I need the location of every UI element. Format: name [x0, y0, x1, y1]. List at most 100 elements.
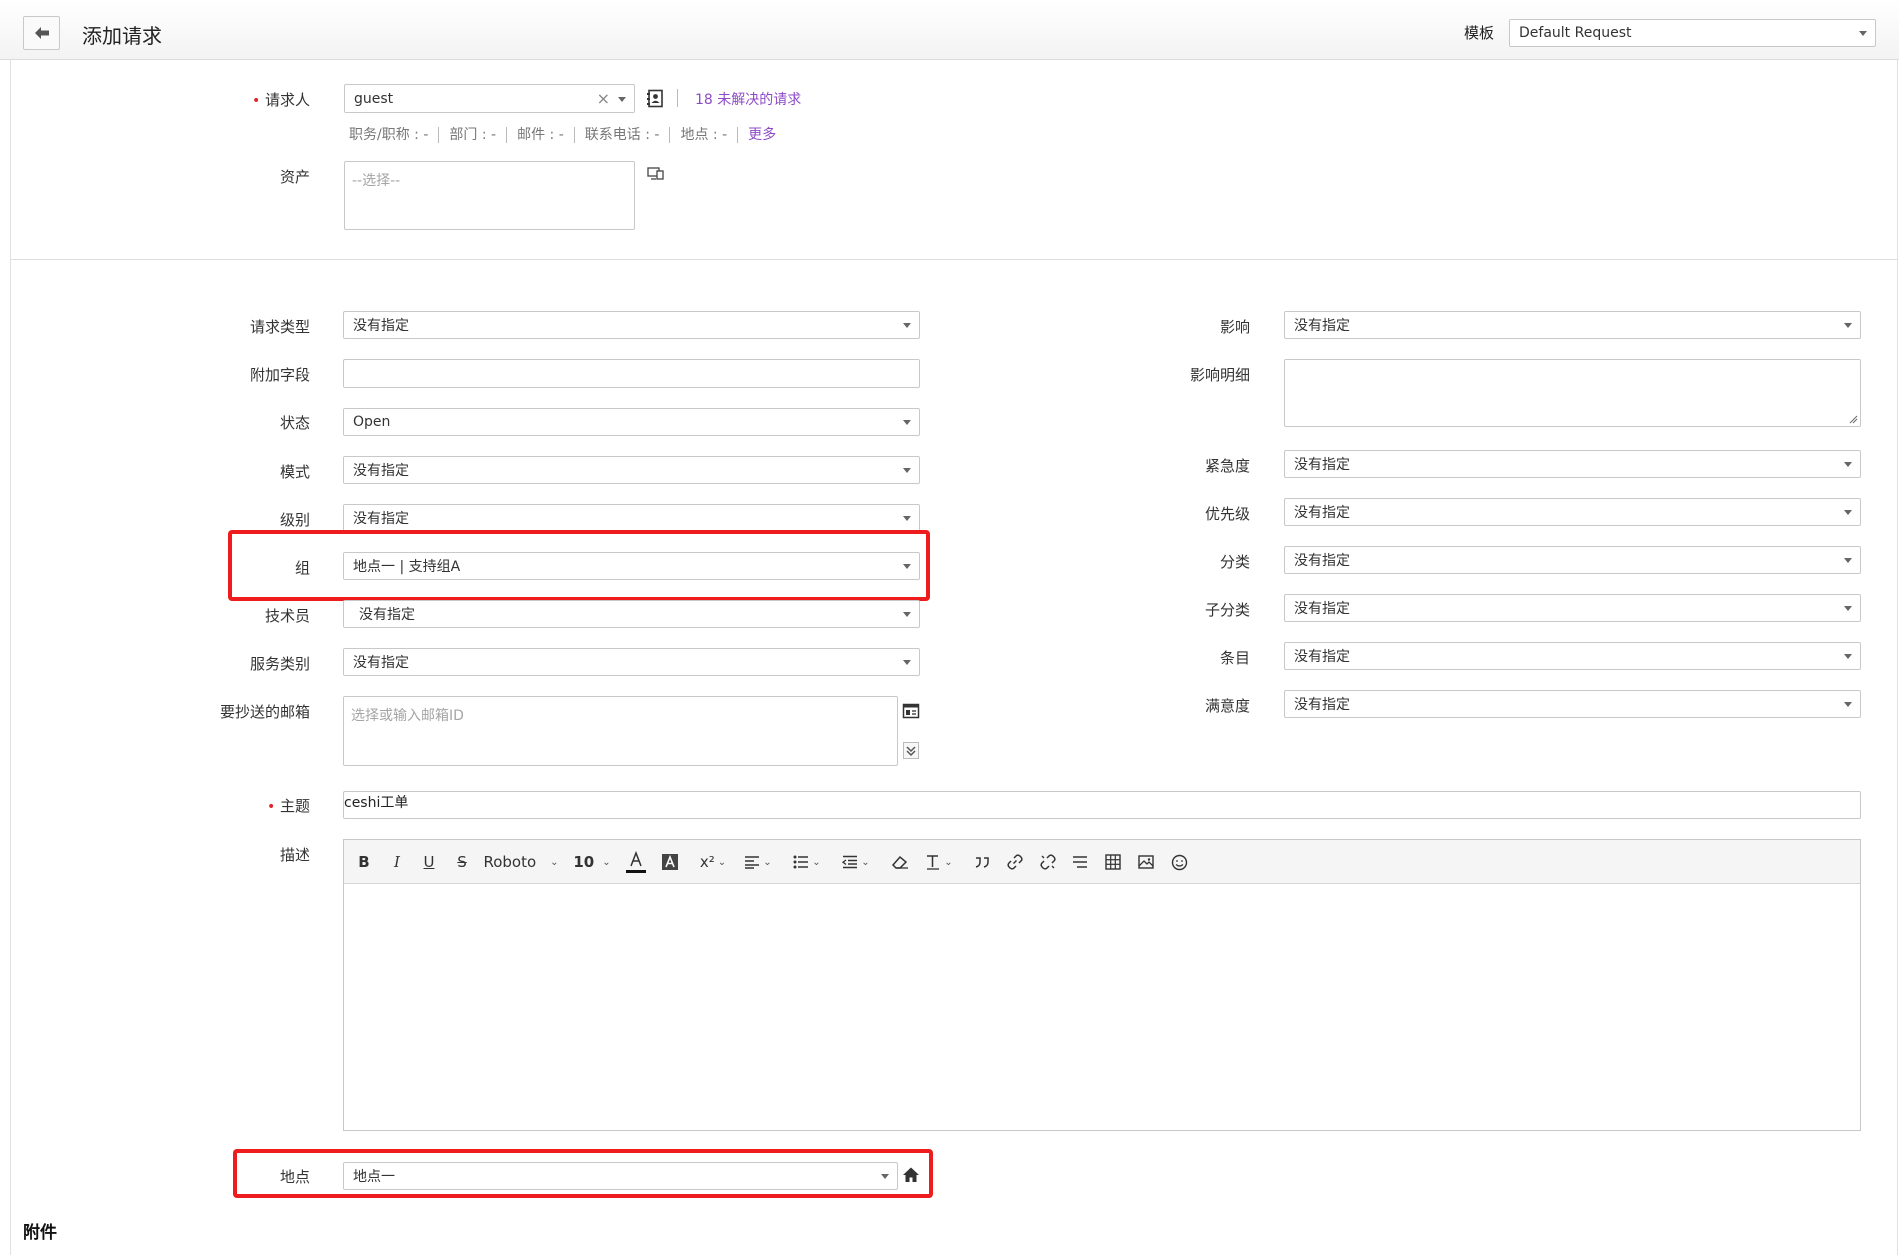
clear-icon[interactable]: ×: [597, 89, 610, 108]
request-type-select[interactable]: 没有指定: [343, 311, 920, 339]
impact-select[interactable]: 没有指定: [1284, 311, 1861, 339]
bold-button[interactable]: B: [354, 851, 374, 873]
chevron-down-icon: [1844, 558, 1852, 563]
impact-value: 没有指定: [1294, 318, 1350, 334]
urgency-label: 紧急度: [1204, 457, 1250, 475]
level-value: 没有指定: [353, 511, 409, 527]
align-button[interactable]: ⌄: [742, 851, 774, 873]
cc-email-placeholder: 选择或输入邮箱ID: [351, 708, 464, 724]
font-family-select[interactable]: Roboto ⌄: [483, 851, 558, 873]
chevron-down-icon: [1844, 323, 1852, 328]
requester-info-row: 职务/职称 : - 部门 : - 邮件 : - 联系电话 : - 地点 : - 更多: [349, 124, 776, 144]
insert-image-button[interactable]: [1135, 851, 1157, 873]
chevron-down-icon: [903, 612, 911, 617]
blockquote-button[interactable]: [971, 851, 993, 873]
background-color-button[interactable]: [659, 851, 681, 873]
font-size-select[interactable]: 10 ⌄: [572, 851, 612, 873]
info-title: 职务/职称 : -: [349, 127, 429, 143]
technician-label: 技术员: [264, 607, 310, 625]
indent-button[interactable]: ⌄: [840, 851, 872, 873]
superscript-label: x²: [699, 853, 715, 871]
level-select[interactable]: 没有指定: [343, 504, 920, 532]
priority-value: 没有指定: [1294, 505, 1350, 521]
chevron-down-icon: ⌄: [944, 856, 953, 868]
italic-button[interactable]: I: [387, 851, 407, 873]
urgency-select[interactable]: 没有指定: [1284, 450, 1861, 478]
chevron-down-icon: ⌄: [861, 856, 870, 868]
info-department: 部门 : -: [449, 127, 497, 143]
item-value: 没有指定: [1294, 649, 1350, 665]
mode-select[interactable]: 没有指定: [343, 456, 920, 484]
unlink-button[interactable]: [1037, 851, 1059, 873]
item-label: 条目: [1219, 649, 1250, 667]
text-style-button[interactable]: ⌄: [922, 851, 956, 873]
subcategory-value: 没有指定: [1294, 601, 1350, 617]
back-button[interactable]: [23, 16, 60, 50]
category-select[interactable]: 没有指定: [1284, 546, 1861, 574]
font-size-value: 10: [573, 853, 595, 871]
description-editor[interactable]: B I U S Roboto ⌄ 10 ⌄ x² ⌄ ⌄ ⌄ ⌄ ⌄: [343, 839, 1861, 1131]
template-select[interactable]: Default Request: [1509, 19, 1876, 47]
cc-email-input[interactable]: 选择或输入邮箱ID: [343, 696, 898, 766]
asset-picker-button[interactable]: [647, 166, 665, 182]
subcategory-select[interactable]: 没有指定: [1284, 594, 1861, 622]
status-value: Open: [353, 414, 391, 430]
required-marker: •: [266, 799, 276, 815]
back-arrow-icon: [34, 27, 49, 39]
link-icon: [1007, 854, 1023, 870]
strikethrough-button[interactable]: S: [452, 851, 472, 873]
superscript-button[interactable]: x² ⌄: [696, 851, 730, 873]
text-color-button[interactable]: [624, 850, 648, 873]
impact-detail-textarea[interactable]: [1284, 359, 1861, 427]
impact-label: 影响: [1219, 318, 1250, 336]
technician-value: 没有指定: [359, 607, 415, 623]
priority-select[interactable]: 没有指定: [1284, 498, 1861, 526]
image-icon: [1138, 855, 1154, 869]
resize-handle-icon[interactable]: [1848, 414, 1858, 424]
editor-toolbar: B I U S Roboto ⌄ 10 ⌄ x² ⌄ ⌄ ⌄ ⌄ ⌄: [344, 840, 1860, 884]
chevron-down-icon: [1844, 510, 1852, 515]
subject-input[interactable]: ceshi工单: [343, 791, 1861, 819]
additional-field-label: 附加字段: [249, 366, 310, 384]
attachments-heading: 附件: [23, 1223, 57, 1243]
description-label: 描述: [279, 846, 310, 864]
info-phone: 联系电话 : -: [584, 127, 660, 143]
underline-button[interactable]: U: [419, 851, 439, 873]
section-divider: [10, 259, 1898, 260]
list-button[interactable]: ⌄: [791, 851, 823, 873]
level-label: 级别: [279, 511, 310, 529]
horizontal-rule-button[interactable]: [1069, 851, 1091, 873]
insert-link-button[interactable]: [1004, 851, 1026, 873]
strikethrough-lines-icon: [1073, 856, 1087, 868]
cc-email-directory-button[interactable]: [902, 702, 920, 720]
asset-input[interactable]: --选择--: [344, 161, 635, 230]
insert-table-button[interactable]: [1102, 851, 1124, 873]
page-title: 添加请求: [82, 24, 162, 48]
chevron-down-icon: ⌄: [812, 856, 821, 868]
more-link[interactable]: 更多: [748, 127, 776, 143]
additional-field-input[interactable]: [343, 359, 920, 388]
service-category-select[interactable]: 没有指定: [343, 648, 920, 676]
requester-value: guest: [354, 90, 394, 107]
insert-emoji-button[interactable]: [1168, 851, 1190, 873]
technician-select[interactable]: 没有指定: [343, 600, 920, 628]
computer-icon: [647, 167, 664, 180]
eraser-icon: [891, 855, 908, 869]
cc-email-expand-button[interactable]: [903, 742, 919, 759]
open-requests-link[interactable]: 18 未解决的请求: [695, 89, 801, 109]
item-select[interactable]: 没有指定: [1284, 642, 1861, 670]
chevron-down-icon: [1844, 702, 1852, 707]
satisfaction-select[interactable]: 没有指定: [1284, 690, 1861, 718]
subcategory-label: 子分类: [1204, 601, 1250, 619]
requester-directory-button[interactable]: [647, 89, 665, 108]
requester-select[interactable]: guest ×: [344, 84, 635, 113]
status-select[interactable]: Open: [343, 408, 920, 436]
chevron-down-icon: ⌄: [602, 856, 611, 868]
clear-format-button[interactable]: [889, 851, 911, 873]
chevron-down-icon: [1844, 606, 1852, 611]
requester-label: • 请求人: [251, 91, 310, 109]
required-marker: •: [251, 93, 261, 109]
impact-detail-label: 影响明细: [1189, 366, 1250, 384]
info-location: 地点 : -: [680, 127, 728, 143]
highlight-icon: [662, 854, 678, 870]
